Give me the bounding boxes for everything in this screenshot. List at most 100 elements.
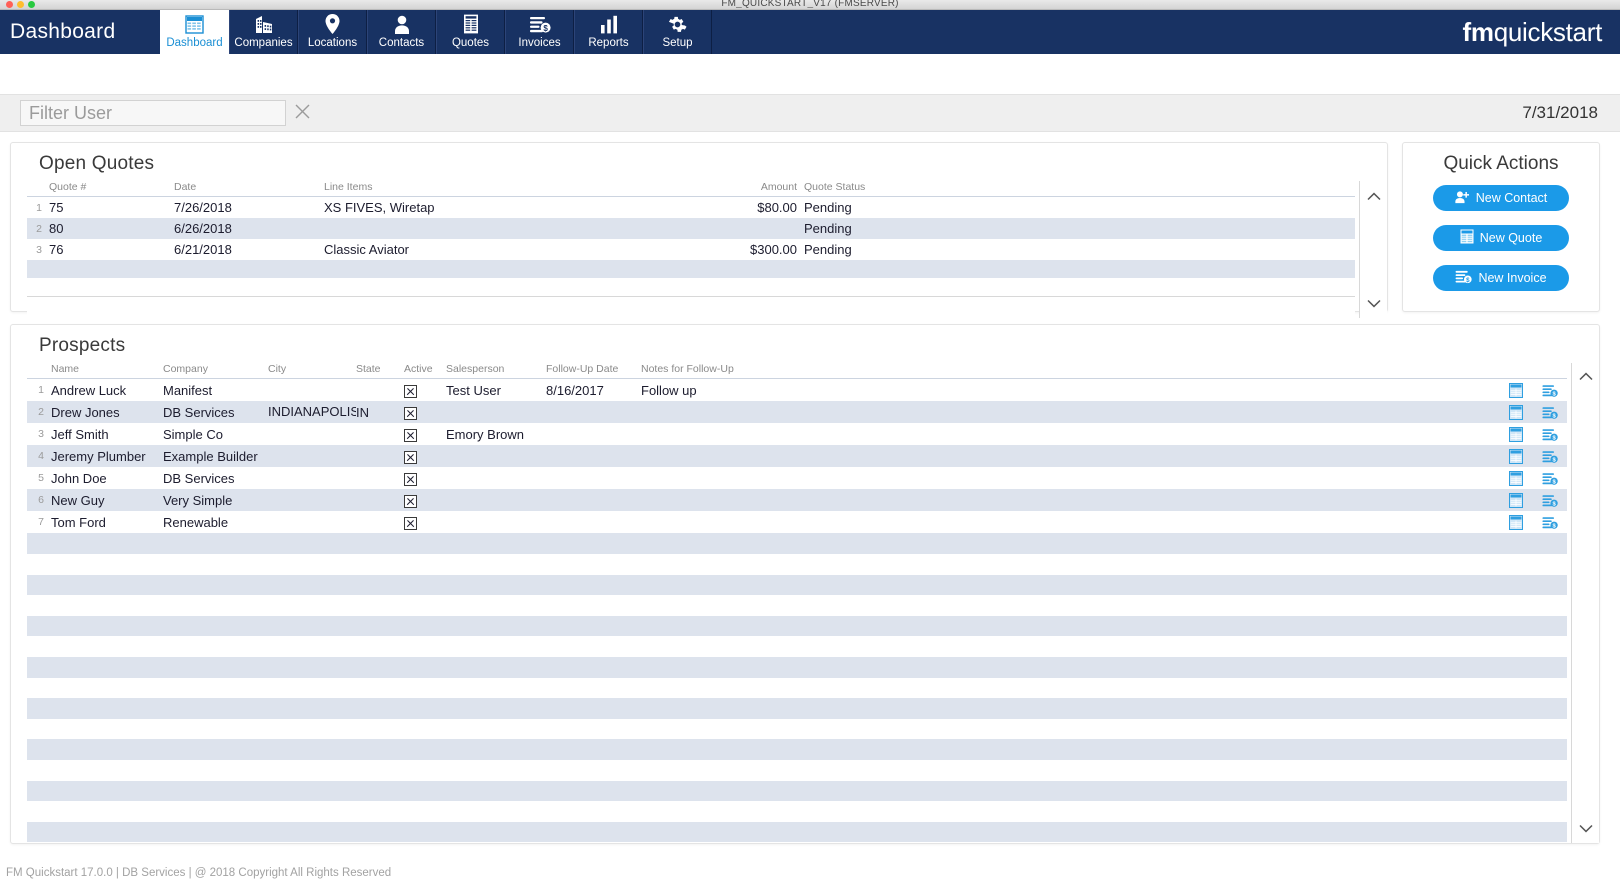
cell-active[interactable] <box>404 467 446 489</box>
cell-name: Andrew Luck <box>51 382 127 398</box>
col-name[interactable]: Name <box>51 363 163 379</box>
nav-tab-label: Contacts <box>378 37 425 49</box>
table-row[interactable]: 1 Andrew Luck Manifest Test User 8/16/20… <box>27 379 1567 402</box>
cell-notes <box>641 489 1499 512</box>
table-row[interactable]: 7 Tom Ford Renewable $ <box>27 511 1567 533</box>
cell-active[interactable] <box>404 445 446 468</box>
col-quote-number[interactable]: Quote # <box>49 181 174 197</box>
create-quote-icon[interactable] <box>1499 467 1533 489</box>
new-quote-button[interactable]: New Quote <box>1433 225 1569 251</box>
col-follow-up-date[interactable]: Follow-Up Date <box>546 363 641 379</box>
create-invoice-icon[interactable]: $ <box>1533 489 1567 512</box>
col-city[interactable]: City <box>268 363 356 379</box>
active-checkbox[interactable] <box>404 450 417 464</box>
nav-tab-reports[interactable]: Reports <box>574 10 643 54</box>
create-quote-icon[interactable] <box>1499 445 1533 468</box>
clear-filter-button[interactable] <box>289 100 315 126</box>
cell-active[interactable] <box>404 401 446 424</box>
create-quote-icon[interactable] <box>1499 489 1533 512</box>
cell-active[interactable] <box>404 379 446 402</box>
cell-notes <box>641 467 1499 489</box>
nav-tab-quotes[interactable]: Quotes <box>436 10 505 54</box>
row-number: 3 <box>36 243 42 256</box>
table-row[interactable]: 2 80 6/26/2018 Pending <box>27 218 1355 239</box>
scroll-down-button[interactable] <box>1361 292 1387 314</box>
cell-state <box>356 445 404 468</box>
col-invoice-action <box>1533 363 1567 379</box>
cell-amount: $300.00 <box>750 242 797 257</box>
col-notes[interactable]: Notes for Follow-Up <box>641 363 1499 379</box>
document-icon <box>463 13 479 35</box>
window-title: FM_QUICKSTART_V17 (FMSERVER) <box>721 0 899 8</box>
scroll-up-button[interactable] <box>1361 185 1387 207</box>
col-amount[interactable]: Amount <box>714 181 804 197</box>
cell-salesperson <box>446 401 546 424</box>
filter-user-input[interactable] <box>20 100 286 126</box>
create-invoice-icon[interactable]: $ <box>1533 423 1567 445</box>
content-spacer <box>0 54 1620 94</box>
create-quote-icon[interactable] <box>1499 401 1533 424</box>
create-invoice-icon[interactable]: $ <box>1533 379 1567 402</box>
nav-tab-invoices[interactable]: $ Invoices <box>505 10 574 54</box>
col-active[interactable]: Active <box>404 363 446 379</box>
col-line-items[interactable]: Line Items <box>324 181 714 197</box>
table-row[interactable]: 4 Jeremy Plumber Example Builder $ <box>27 445 1567 468</box>
col-date[interactable]: Date <box>174 181 324 197</box>
new-quote-label: New Quote <box>1479 231 1543 245</box>
cell-active[interactable] <box>404 511 446 533</box>
cell-active[interactable] <box>404 489 446 512</box>
create-invoice-icon[interactable]: $ <box>1533 467 1567 489</box>
cell-company: DB Services <box>163 470 235 486</box>
cell-state <box>356 467 404 489</box>
create-invoice-icon[interactable]: $ <box>1533 445 1567 468</box>
empty-row <box>27 760 1567 781</box>
scroll-up-button[interactable] <box>1573 365 1599 387</box>
col-state[interactable]: State <box>356 363 404 379</box>
cell-follow-up-date <box>546 467 641 489</box>
filter-bar: 7/31/2018 <box>0 94 1620 132</box>
active-checkbox[interactable] <box>404 516 417 530</box>
create-quote-icon[interactable] <box>1499 511 1533 533</box>
nav-tab-companies[interactable]: Companies <box>229 10 298 54</box>
new-contact-button[interactable]: New Contact <box>1433 185 1569 211</box>
table-row[interactable]: 1 75 7/26/2018 XS FIVES, Wiretap $80.00 … <box>27 197 1355 219</box>
active-checkbox[interactable] <box>404 406 417 420</box>
empty-row <box>27 739 1567 760</box>
quote-doc-icon <box>1460 229 1474 247</box>
create-invoice-icon[interactable]: $ <box>1533 401 1567 424</box>
active-checkbox[interactable] <box>404 472 417 486</box>
table-row[interactable]: 2 Drew Jones DB Services INDIANAPOLIS IN <box>27 401 1567 424</box>
cell-follow-up-date <box>546 489 641 512</box>
create-quote-icon[interactable] <box>1499 379 1533 402</box>
empty-row <box>27 801 1567 822</box>
table-row[interactable]: 3 Jeff Smith Simple Co Emory Brown $ <box>27 423 1567 445</box>
cell-company: Example Builder <box>163 445 268 468</box>
col-quote-status[interactable]: Quote Status <box>804 181 1355 197</box>
active-checkbox[interactable] <box>404 494 417 508</box>
nav-tab-locations[interactable]: Locations <box>298 10 367 54</box>
table-row[interactable]: 6 New Guy Very Simple $ <box>27 489 1567 512</box>
active-checkbox[interactable] <box>404 428 417 442</box>
col-quote-action <box>1499 363 1533 379</box>
row-number: 2 <box>27 401 51 424</box>
table-row[interactable]: 3 76 6/21/2018 Classic Aviator $300.00 P… <box>27 239 1355 260</box>
prospects-scrollbar[interactable] <box>1571 363 1599 843</box>
cell-line-items: XS FIVES, Wiretap <box>324 200 435 215</box>
nav-tab-contacts[interactable]: Contacts <box>367 10 436 54</box>
open-quotes-scrollbar[interactable] <box>1359 181 1387 318</box>
create-quote-icon[interactable] <box>1499 423 1533 445</box>
scroll-down-button[interactable] <box>1573 817 1599 839</box>
quick-actions-card: Quick Actions New Contact New Quote $ Ne… <box>1402 142 1600 312</box>
create-invoice-icon[interactable]: $ <box>1533 511 1567 533</box>
nav-tab-dashboard[interactable]: Dashboard <box>160 10 229 54</box>
col-company[interactable]: Company <box>163 363 268 379</box>
empty-row <box>27 278 1355 296</box>
new-invoice-button[interactable]: $ New Invoice <box>1433 265 1569 291</box>
table-row[interactable]: 5 John Doe DB Services $ <box>27 467 1567 489</box>
nav-tab-setup[interactable]: Setup <box>643 10 712 54</box>
empty-row <box>27 657 1567 678</box>
active-checkbox[interactable] <box>404 384 417 398</box>
col-salesperson[interactable]: Salesperson <box>446 363 546 379</box>
cell-follow-up-date <box>546 511 641 533</box>
cell-active[interactable] <box>404 423 446 445</box>
